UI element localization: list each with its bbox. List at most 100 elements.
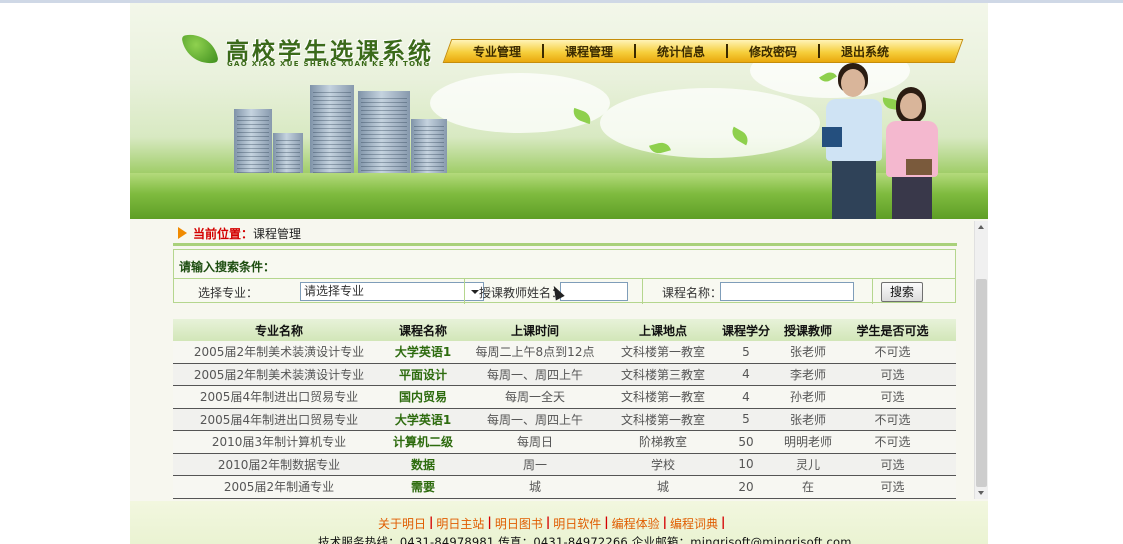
table-cell: 每周日 (516, 435, 553, 450)
arrow-right-icon (178, 227, 187, 239)
course-label: 课程名称： (662, 286, 723, 300)
course-name-input[interactable] (720, 282, 854, 301)
table-cell: 明明老师 (783, 435, 832, 450)
table-cell: 不可选 (874, 435, 911, 450)
table-cell: 4 (742, 367, 750, 382)
scrollbar-thumb[interactable] (976, 279, 987, 487)
table-cell: 10 (738, 457, 754, 472)
footer-separator: | (721, 515, 726, 529)
scroll-down-icon[interactable] (975, 487, 988, 499)
table-cell: 在 (801, 480, 814, 495)
column-header: 上课时间 (510, 323, 559, 338)
table-cell: 可选 (880, 457, 905, 472)
search-title: 请输入搜索条件： (179, 260, 276, 274)
table-cell: 20 (738, 479, 754, 494)
table-cell: 不可选 (874, 412, 911, 427)
footer-link[interactable]: 编程体验 (612, 515, 660, 532)
major-select[interactable]: 请选择专业 (300, 282, 484, 301)
table-row: 2005届2年制美术装潢设计专业 大学英语1 每周二上午8点到12点 文科楼第一教室 5… (173, 341, 956, 364)
table-cell: 2005届4年制进出口贸易专业 (199, 390, 359, 405)
nav-logout[interactable]: 退出系统 (820, 43, 910, 60)
major-label: 选择专业： (198, 286, 259, 300)
table-cell: 国内贸易 (398, 390, 447, 405)
course-table: 专业名称 课程名称 上课时间 上课地点 课程学分 授课教师 学生是否可选 200… (173, 319, 956, 499)
table-row: 2005届2年制美术装潢设计专业 平面设计 每周一、周四上午 文科楼第三教室 4 李老师 可… (173, 363, 956, 386)
table-cell: 2005届4年制进出口贸易专业 (199, 412, 359, 427)
leaf-logo-icon (181, 30, 219, 68)
table-cell: 孙老师 (789, 390, 826, 405)
table-row: 2005届4年制进出口贸易专业 国内贸易 每周一全天 文科楼第一教室 4 孙老师 可选 (173, 386, 956, 409)
nav-major-management[interactable]: 专业管理 (452, 43, 542, 60)
table-cell: 2010届2年制数据专业 (217, 457, 341, 472)
table-cell: 每周一、周四上午 (486, 367, 583, 382)
table-cell: 每周一、周四上午 (486, 412, 583, 427)
header-banner: 高校学生选课系统 GAO XIAO XUE SHENG XUAN KE XI T… (130, 3, 988, 219)
breadcrumb-label: 当前位置： (193, 226, 254, 241)
footer-separator: | (662, 515, 668, 529)
scroll-up-icon[interactable] (975, 221, 988, 233)
footer-separator: | (429, 515, 434, 529)
column-header: 学生是否可选 (856, 323, 929, 338)
table-cell: 大学英语1 (394, 412, 452, 427)
cloud-decoration (600, 88, 820, 158)
page-footer: 关于明日 | 明日主站 | 明日图书 | 明日软件 | 编程体验 | 编程词典 | 技术服务热线：04… (130, 501, 988, 544)
table-cell: 李老师 (789, 367, 826, 382)
table-cell: 城 (656, 480, 669, 495)
student-illustration (880, 87, 944, 219)
table-cell: 周一 (522, 457, 547, 472)
table-cell: 文科楼第一教室 (620, 412, 705, 427)
footer-separator: | (545, 515, 551, 529)
table-cell: 每周二上午8点到12点 (475, 345, 595, 360)
vertical-scrollbar[interactable] (974, 221, 988, 499)
table-cell: 2005届2年制美术装潢设计专业 (193, 345, 365, 360)
main-nav: 专业管理 课程管理 统计信息 修改密码 退出系统 (452, 39, 962, 63)
building-illustration (234, 109, 272, 181)
table-cell: 阶梯教室 (638, 435, 687, 450)
table-cell: 每周一全天 (504, 390, 565, 405)
footer-link[interactable]: 编程词典 (670, 515, 718, 532)
table-cell: 50 (738, 434, 754, 449)
page-container: 高校学生选课系统 GAO XIAO XUE SHENG XUAN KE XI T… (130, 3, 988, 544)
column-header: 课程名称 (398, 323, 447, 338)
table-cell: 2005届2年制通专业 (223, 480, 335, 495)
breadcrumb-current: 课程管理 (253, 226, 302, 241)
footer-links: 关于明日 | 明日主站 | 明日图书 | 明日软件 | 编程体验 | 编程词典 | (378, 515, 725, 532)
nav-change-password[interactable]: 修改密码 (728, 43, 818, 60)
building-illustration (310, 85, 354, 181)
table-cell: 张老师 (789, 345, 826, 360)
footer-link[interactable]: 关于明日 (378, 515, 426, 532)
table-cell: 4 (742, 389, 750, 404)
column-header: 课程学分 (721, 323, 770, 338)
nav-course-management[interactable]: 课程管理 (544, 43, 634, 60)
cell-separator (872, 279, 873, 304)
breadcrumb: 当前位置： 课程管理 (178, 225, 301, 241)
site-subtitle: GAO XIAO XUE SHENG XUAN KE XI TONG (227, 60, 431, 68)
search-button[interactable]: 搜索 (881, 282, 923, 302)
major-select-value: 请选择专业 (304, 284, 365, 298)
column-header: 专业名称 (254, 323, 303, 338)
cloud-decoration (430, 73, 610, 133)
footer-separator: | (604, 515, 609, 529)
table-cell: 可选 (880, 390, 905, 405)
footer-separator: | (487, 515, 492, 529)
table-cell: 2010届3年制计算机专业 (211, 435, 347, 450)
table-cell: 5 (742, 412, 750, 427)
table-cell: 文科楼第一教室 (620, 345, 705, 360)
teacher-name-input[interactable] (560, 282, 628, 301)
table-cell: 学校 (650, 457, 675, 472)
search-row: 选择专业： 请选择专业 授课教师姓名： 课程名称： 搜索 (174, 278, 955, 304)
footer-link[interactable]: 明日主站 (436, 515, 484, 532)
table-row: 2005届2年制通专业 需要 城 城 20 在 可选 (173, 476, 956, 499)
footer-link[interactable]: 明日软件 (553, 515, 601, 532)
table-cell: 需要 (410, 480, 435, 495)
footer-link[interactable]: 明日图书 (495, 515, 543, 532)
table-cell: 数据 (410, 457, 435, 472)
nav-statistics[interactable]: 统计信息 (636, 43, 726, 60)
table-cell: 平面设计 (398, 367, 447, 382)
cell-separator (464, 279, 465, 304)
table-cell: 城 (528, 480, 541, 495)
table-cell: 大学英语1 (394, 345, 452, 360)
table-cell: 可选 (880, 480, 905, 495)
table-row: 2010届3年制计算机专业 计算机二级 每周日 阶梯教室 50 明明老师 不可选 (173, 431, 956, 454)
table-header: 专业名称 课程名称 上课时间 上课地点 课程学分 授课教师 学生是否可选 (173, 319, 956, 341)
